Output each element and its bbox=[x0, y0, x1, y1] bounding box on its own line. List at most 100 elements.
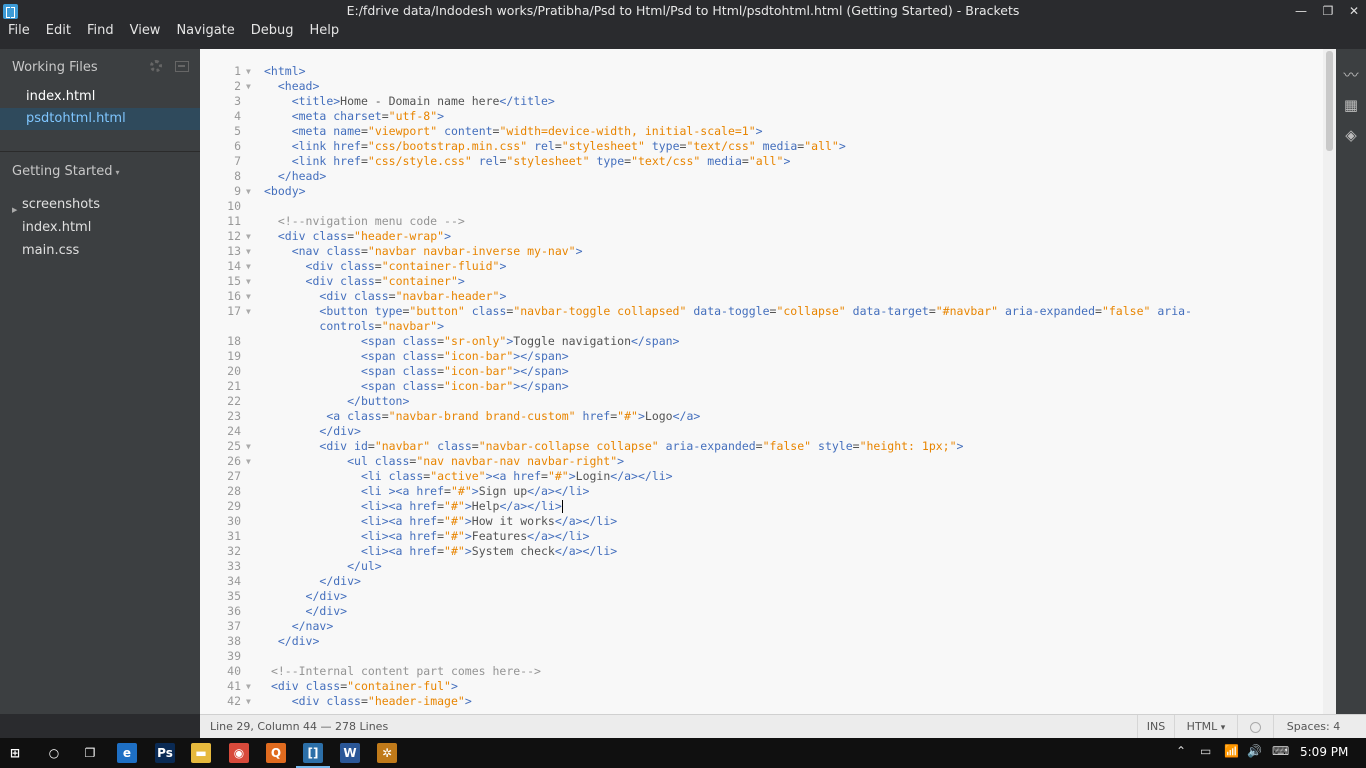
line-number: 23 bbox=[227, 409, 241, 423]
menu-navigate[interactable]: Navigate bbox=[168, 22, 242, 42]
line-number: 11 bbox=[227, 214, 241, 228]
brackets-taskbar-icon[interactable]: [] bbox=[303, 743, 323, 763]
tray-chevron-icon[interactable]: ⌃ bbox=[1176, 744, 1186, 758]
line-number: 27 bbox=[227, 469, 241, 483]
close-button[interactable]: ✕ bbox=[1340, 0, 1366, 22]
code-text: <title>Home - Domain name here</title> bbox=[291, 94, 555, 108]
fold-arrow-icon[interactable]: ▼ bbox=[246, 79, 256, 94]
layers-icon[interactable]: ◈ bbox=[1342, 126, 1360, 144]
fold-arrow-icon[interactable]: ▼ bbox=[246, 439, 256, 454]
code-text: <span class="sr-only">Toggle navigation<… bbox=[360, 334, 680, 348]
working-file-item[interactable]: index.html bbox=[0, 86, 200, 108]
line-number: 1 bbox=[234, 64, 241, 78]
edge-icon[interactable]: e bbox=[117, 743, 137, 763]
code-text: <button type="button" class="navbar-togg… bbox=[319, 304, 1192, 318]
code-line: 30 <li><a href="#">How it works</a></li> bbox=[200, 514, 1323, 529]
word-icon[interactable]: W bbox=[340, 743, 360, 763]
text-cursor bbox=[561, 500, 563, 513]
line-number: 35 bbox=[227, 589, 241, 603]
volume-icon[interactable]: 🔊 bbox=[1247, 744, 1262, 758]
minimize-button[interactable]: — bbox=[1287, 0, 1315, 22]
menu-debug[interactable]: Debug bbox=[243, 22, 302, 42]
code-editor[interactable]: 1 ▼ <html> 2 ▼ <head> 3 <title>Home - Domain … bbox=[200, 49, 1323, 714]
code-line: 18 <span class="sr-only">Toggle navigati… bbox=[200, 334, 1323, 349]
line-number: 10 bbox=[227, 199, 241, 213]
battery-icon[interactable]: ▭ bbox=[1200, 744, 1211, 758]
code-text: <div class="header-image"> bbox=[291, 694, 472, 708]
linter-status[interactable] bbox=[1237, 715, 1273, 739]
menu-view[interactable]: View bbox=[122, 22, 169, 42]
tree-file-item[interactable]: main.css bbox=[22, 243, 79, 258]
code-text: <div class="navbar-header"> bbox=[319, 289, 507, 303]
photoshop-icon[interactable]: Ps bbox=[155, 743, 175, 763]
status-bar: Line 29, Column 44 — 278 Lines INS HTML … bbox=[200, 714, 1366, 739]
linter-circle-icon bbox=[1250, 721, 1261, 733]
project-dropdown[interactable]: Getting Started ▾ bbox=[12, 164, 120, 179]
fold-arrow-icon[interactable]: ▼ bbox=[246, 229, 256, 244]
extension-manager-icon[interactable]: ▦ bbox=[1342, 96, 1360, 114]
code-line: 35 </div> bbox=[200, 589, 1323, 604]
line-number: 24 bbox=[227, 424, 241, 438]
live-preview-icon[interactable]: 〰 bbox=[1342, 66, 1360, 84]
file-explorer-icon[interactable]: ▬ bbox=[191, 743, 211, 763]
fold-arrow-icon[interactable]: ▼ bbox=[246, 289, 256, 304]
chrome-icon[interactable]: ◉ bbox=[229, 743, 249, 763]
menu-help[interactable]: Help bbox=[302, 22, 348, 42]
keyboard-icon[interactable]: ⌨ bbox=[1272, 744, 1289, 758]
settings-app-icon[interactable]: ✲ bbox=[377, 743, 397, 763]
cortana-icon[interactable]: ○ bbox=[44, 743, 64, 763]
tree-folder-item[interactable]: screenshots bbox=[22, 197, 100, 212]
menu-file[interactable]: File bbox=[0, 22, 38, 42]
fold-arrow-icon[interactable]: ▼ bbox=[246, 259, 256, 274]
split-view-icon[interactable] bbox=[175, 61, 189, 72]
code-line: controls="navbar"> bbox=[200, 319, 1323, 334]
code-line: 26 ▼ <ul class="nav navbar-nav navbar-rig… bbox=[200, 454, 1323, 469]
network-icon[interactable]: 📶 bbox=[1224, 744, 1239, 758]
sidebar-divider bbox=[0, 151, 200, 152]
fold-arrow-icon[interactable]: ▼ bbox=[246, 679, 256, 694]
fold-arrow-icon[interactable]: ▼ bbox=[246, 694, 256, 709]
code-line: 2 ▼ <head> bbox=[200, 79, 1323, 94]
menu-find[interactable]: Find bbox=[79, 22, 122, 42]
language-label: HTML bbox=[1186, 720, 1218, 733]
code-text: <head> bbox=[277, 79, 320, 93]
fold-arrow-icon[interactable]: ▼ bbox=[246, 454, 256, 469]
line-number: 2 bbox=[234, 79, 241, 93]
folder-expand-icon[interactable]: ▶ bbox=[12, 206, 17, 214]
code-line: 25 ▼ <div id="navbar" class="navbar-colla… bbox=[200, 439, 1323, 454]
line-number: 16 bbox=[227, 289, 241, 303]
indent-spaces-setting[interactable]: Spaces: 4 bbox=[1273, 715, 1353, 739]
scrollbar-thumb[interactable] bbox=[1326, 51, 1333, 151]
fold-arrow-icon[interactable]: ▼ bbox=[246, 64, 256, 79]
code-text: <div id="navbar" class="navbar-collapse … bbox=[319, 439, 964, 453]
line-number: 25 bbox=[227, 439, 241, 453]
code-text: <ul class="nav navbar-nav navbar-right"> bbox=[347, 454, 625, 468]
orange-app-icon[interactable]: Q bbox=[266, 743, 286, 763]
code-text: <li><a href="#">How it works</a></li> bbox=[360, 514, 618, 528]
task-view-icon[interactable]: ❐ bbox=[80, 743, 100, 763]
fold-arrow-icon[interactable]: ▼ bbox=[246, 304, 256, 319]
code-line: 8 </head> bbox=[200, 169, 1323, 184]
insert-mode-indicator[interactable]: INS bbox=[1137, 715, 1174, 739]
tree-file-item[interactable]: index.html bbox=[22, 220, 91, 235]
language-selector[interactable]: HTML ▾ bbox=[1174, 715, 1237, 739]
start-icon[interactable]: ⊞ bbox=[5, 743, 25, 763]
window-title: E:/fdrive data/Indodesh works/Pratibha/P… bbox=[346, 3, 1020, 18]
line-number: 29 bbox=[227, 499, 241, 513]
code-line: 20 <span class="icon-bar"></span> bbox=[200, 364, 1323, 379]
fold-arrow-icon[interactable]: ▼ bbox=[246, 244, 256, 259]
editor-scrollbar[interactable] bbox=[1323, 49, 1336, 714]
menu-edit[interactable]: Edit bbox=[38, 22, 79, 42]
maximize-button[interactable]: ❐ bbox=[1314, 0, 1342, 22]
fold-arrow-icon[interactable]: ▼ bbox=[246, 274, 256, 289]
working-file-item[interactable]: psdtohtml.html bbox=[0, 108, 200, 130]
chevron-down-icon: ▾ bbox=[1220, 723, 1226, 733]
code-line: 3 <title>Home - Domain name here</title> bbox=[200, 94, 1323, 109]
code-text: <link href="css/bootstrap.min.css" rel="… bbox=[291, 139, 846, 153]
gear-icon[interactable] bbox=[150, 60, 162, 72]
fold-arrow-icon[interactable]: ▼ bbox=[246, 184, 256, 199]
taskbar-clock[interactable]: 5:09 PM bbox=[1300, 745, 1348, 759]
windows-taskbar: ⌃ ▭ 📶 🔊 ⌨ 5:09 PM ⊞ ○ ❐ e Ps ▬ ◉ Q [] W ✲ bbox=[0, 738, 1366, 768]
code-line: 14 ▼ <div class="container-fluid"> bbox=[200, 259, 1323, 274]
line-number: 3 bbox=[234, 94, 241, 108]
